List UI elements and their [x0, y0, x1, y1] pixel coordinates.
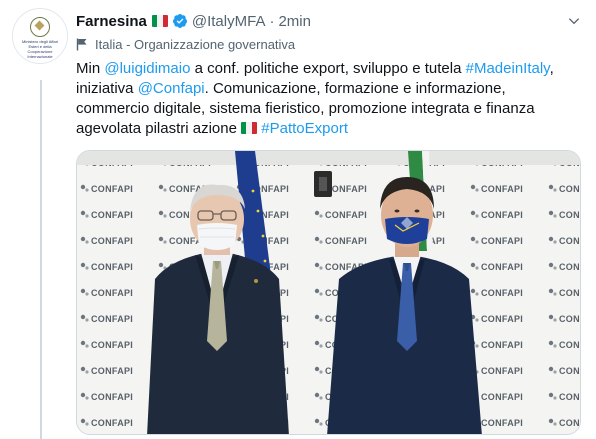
tweet-text-part: a conf. politiche export, sviluppo e tut… [190, 60, 466, 77]
hashtag-madeinitaly[interactable]: #MadeinItaly [466, 60, 550, 77]
author-handle[interactable]: @ItalyMFA [192, 13, 266, 30]
hashtag-pattoexport[interactable]: #PattoExport [261, 120, 348, 137]
tweet-text-part: Min [76, 60, 105, 77]
timestamp[interactable]: 2min [278, 13, 311, 30]
tweet-header: Farnesina @ItalyMFA · 2min [76, 11, 582, 31]
italy-flag-icon [151, 15, 168, 27]
flag-icon [76, 38, 87, 50]
government-label-text: Italia - Organizzazione governativa [95, 36, 296, 52]
chevron-down-icon[interactable] [566, 13, 582, 29]
mention-confapi[interactable]: @Confapi [138, 80, 205, 97]
photo-scene: CONFAPI CONFAPI [77, 151, 580, 434]
thread-line [40, 80, 42, 439]
italy-flag-icon [241, 122, 258, 135]
separator: · [269, 12, 275, 30]
tweet[interactable]: Ministero degli Affari Esteri e della Co… [0, 0, 596, 439]
tweet-text: Min @luigidimaio a conf. politiche expor… [76, 59, 582, 139]
mention-luigidimaio[interactable]: @luigidimaio [104, 60, 190, 77]
emblem-icon [30, 17, 50, 37]
tweet-photo[interactable]: CONFAPI CONFAPI [76, 150, 581, 435]
avatar[interactable]: Ministero degli Affari Esteri e della Co… [12, 8, 68, 64]
avatar-text: Ministero degli Affari Esteri e della Co… [22, 39, 58, 59]
author-name[interactable]: Farnesina [76, 13, 147, 30]
government-label: Italia - Organizzazione governativa [76, 35, 295, 53]
verified-badge-icon [172, 14, 187, 28]
